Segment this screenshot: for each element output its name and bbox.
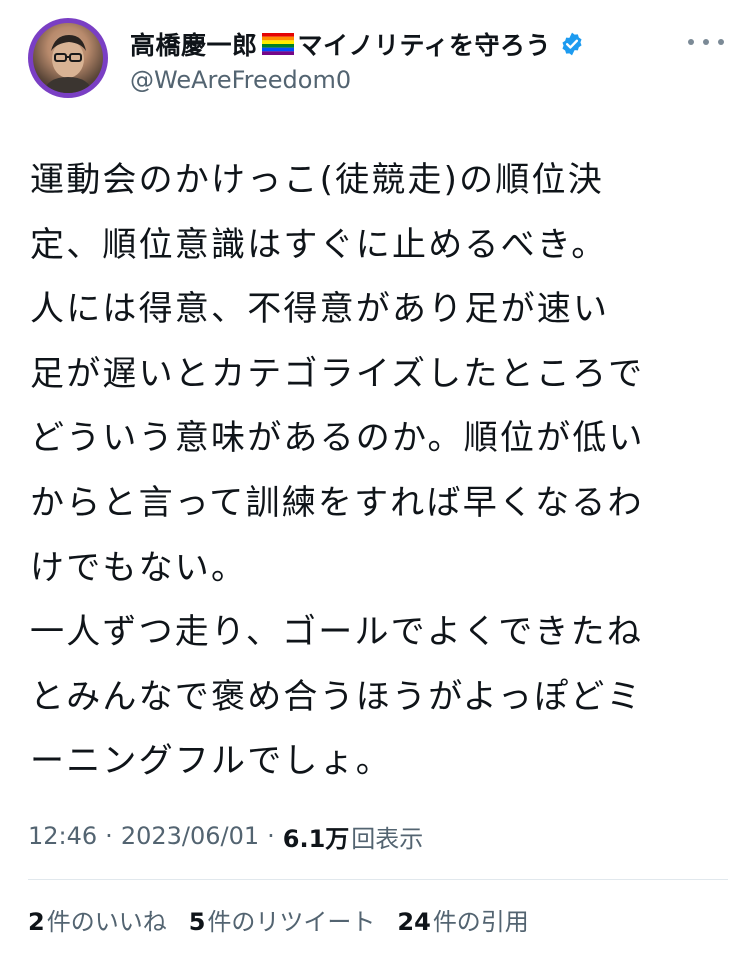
avatar-photo: [33, 23, 103, 93]
quotes-count: 24: [397, 907, 431, 936]
tweet-text-line: とみんなで褒め合うほうがよっぽどミ: [30, 676, 643, 717]
quotes-label: 件の引用: [432, 907, 529, 936]
display-name-suffix[interactable]: マイノリティを守ろう: [298, 26, 552, 62]
tweet-text-line: ーニングフルでしょ。: [30, 741, 392, 782]
likes-label: 件のいいね: [46, 907, 167, 936]
tweet-text-line: けでもない。: [30, 547, 248, 588]
user-handle[interactable]: @WeAreFreedom0: [130, 66, 351, 94]
views-label: 回表示: [351, 824, 424, 853]
tweet-header: 高橋慶一郎 マイノリティを守ろう @WeAreFreedom0: [0, 0, 750, 118]
tweet-text-line: からと言って訓練をすれば早くなるわ: [30, 482, 644, 523]
verified-badge-icon[interactable]: [559, 31, 585, 57]
tweet-text-line: 足が遅いとカテゴライズしたところで: [30, 353, 645, 394]
display-name[interactable]: 高橋慶一郎: [130, 26, 258, 62]
tweet-date[interactable]: 2023/06/01: [121, 822, 259, 850]
views-count: 6.1万: [282, 824, 350, 853]
quotes-stat[interactable]: 24 件の引用: [397, 902, 528, 937]
likes-count: 2: [28, 907, 45, 936]
tweet-text-line: 定、順位意識はすぐに止めるべき。: [30, 224, 608, 265]
tweet-text-line: 運動会のかけっこ(徒競走)の順位決: [30, 160, 604, 200]
meta-separator: ·: [267, 822, 275, 850]
retweets-label: 件のリツイート: [207, 907, 376, 936]
rainbow-flag-icon: [261, 33, 294, 55]
tweet: 高橋慶一郎 マイノリティを守ろう @WeAreFreedom0 運動会のかけっこ…: [0, 0, 750, 957]
retweets-stat[interactable]: 5 件のリツイート: [189, 902, 376, 937]
likes-stat[interactable]: 2 件のいいね: [28, 902, 167, 937]
tweet-time[interactable]: 12:46: [28, 822, 97, 850]
tweet-text-line: 一人ずつ走り、ゴールでよくできたね: [30, 612, 644, 653]
retweets-count: 5: [188, 907, 206, 936]
display-name-row[interactable]: 高橋慶一郎 マイノリティを守ろう: [130, 26, 585, 62]
more-horizontal-icon[interactable]: [688, 28, 724, 56]
tweet-text-line: どういう意味があるのか。順位が低い: [30, 418, 645, 459]
meta-separator: ·: [105, 822, 113, 850]
tweet-stats: 2 件のいいね 5 件のリツイート 24 件の引用: [28, 899, 551, 939]
tweet-text: 運動会のかけっこ(徒競走)の順位決 定、順位意識はすぐに止めるべき。 人には得意…: [30, 148, 730, 794]
avatar[interactable]: [28, 18, 108, 98]
divider: [28, 879, 728, 880]
tweet-meta: 12:46 · 2023/06/01 · 6.1万 回表示: [28, 816, 423, 856]
tweet-text-line: 人には得意、不得意があり足が速い: [30, 289, 610, 330]
